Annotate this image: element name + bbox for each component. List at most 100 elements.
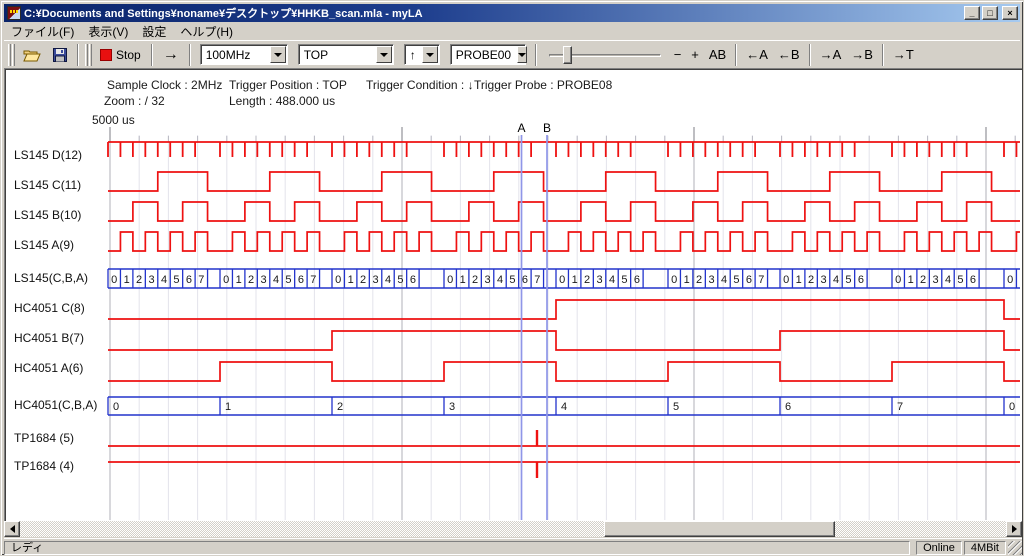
probe-select[interactable]: PROBE00: [450, 44, 526, 65]
plot-text: 4: [497, 274, 503, 286]
toolbar-gripper[interactable]: [85, 44, 92, 66]
zoom-slider[interactable]: [549, 44, 661, 66]
menu-help[interactable]: ヘルプ(H): [173, 21, 240, 42]
plot-text: 3: [932, 274, 938, 286]
plot-text: 0: [1009, 401, 1015, 413]
plot-text: 6: [410, 274, 416, 286]
toolbar: Stop → 100MHz TOP ↑ PROBE00 − + AB: [4, 40, 1020, 68]
plot-text: 5: [285, 274, 291, 286]
channel-label: HC4051 B(7): [14, 331, 84, 345]
plot-text: 5: [509, 274, 515, 286]
channel-label: LS145 B(10): [14, 208, 81, 222]
plot-text: 4: [609, 274, 615, 286]
trigger-position-select[interactable]: TOP: [298, 44, 394, 65]
plot-text: 6: [186, 274, 192, 286]
stop-button[interactable]: Stop: [94, 46, 147, 64]
plot-text: 0: [111, 274, 117, 286]
plot-text: 2: [472, 274, 478, 286]
zoom-out-button[interactable]: −: [669, 45, 687, 64]
prev-a-button[interactable]: ←A: [741, 45, 773, 64]
plot-text: 0: [223, 274, 229, 286]
plot-text: 6: [522, 274, 528, 286]
scroll-left-button[interactable]: [4, 521, 20, 537]
zoom-in-button[interactable]: +: [686, 45, 704, 64]
dropdown-arrow-icon[interactable]: [422, 46, 438, 63]
ab-button[interactable]: AB: [704, 45, 731, 64]
menu-settings[interactable]: 設定: [135, 21, 173, 42]
digital-wave: [108, 362, 1020, 381]
toolbar-separator: [189, 44, 191, 66]
zoom-slider-thumb[interactable]: [563, 46, 572, 64]
plot-text: 0: [447, 274, 453, 286]
goto-a-button[interactable]: →A: [815, 45, 847, 64]
plot-text: 2: [584, 274, 590, 286]
probe-value: PROBE00: [451, 48, 516, 62]
channel-label: HC4051(C,B,A): [14, 398, 97, 412]
maximize-button[interactable]: □: [982, 6, 998, 20]
resize-grip-icon[interactable]: [1008, 541, 1022, 555]
digital-wave: [108, 232, 1020, 251]
plot-text: 7: [897, 401, 903, 413]
dropdown-arrow-icon[interactable]: [376, 46, 392, 63]
prev-b-button[interactable]: ←B: [773, 45, 805, 64]
open-file-button[interactable]: [17, 46, 47, 64]
plot-text: 6: [298, 274, 304, 286]
plot-text: 7: [310, 274, 316, 286]
plot-text: 1: [460, 274, 466, 286]
menu-file[interactable]: ファイル(F): [4, 21, 81, 42]
plot-text: 7: [534, 274, 540, 286]
toolbar-separator: [77, 44, 79, 66]
scroll-left-icon: [6, 525, 15, 533]
window-title: C:¥Documents and Settings¥noname¥デスクトップ¥…: [24, 5, 960, 21]
app-icon[interactable]: [7, 6, 21, 20]
channel-label: HC4051 C(8): [14, 301, 85, 315]
horizontal-scrollbar[interactable]: [4, 521, 1022, 537]
plot-text: 3: [148, 274, 154, 286]
title-bar[interactable]: C:¥Documents and Settings¥noname¥デスクトップ¥…: [4, 4, 1020, 22]
plot-text: 2: [808, 274, 814, 286]
plot-text: 1: [908, 274, 914, 286]
trigger-edge-select[interactable]: ↑: [404, 44, 440, 65]
plot-text: 4: [385, 274, 391, 286]
trigger-position-value: TOP: [299, 48, 375, 62]
plot-text: 2: [920, 274, 926, 286]
plot-text: 2: [696, 274, 702, 286]
scrollbar-thumb[interactable]: [604, 521, 835, 537]
plot-text: 5: [621, 274, 627, 286]
plot-text: 2: [337, 401, 343, 413]
plot-text: 3: [372, 274, 378, 286]
waveform-plot[interactable]: 0123456701234567012345601234567012345601…: [4, 68, 1022, 521]
channel-label: LS145 D(12): [14, 148, 82, 162]
digital-wave: [108, 331, 1020, 350]
save-file-button[interactable]: [47, 46, 73, 64]
close-button[interactable]: ×: [1002, 6, 1018, 20]
plot-text: 5: [845, 274, 851, 286]
scroll-right-button[interactable]: [1006, 521, 1022, 537]
plot-text: 1: [124, 274, 130, 286]
dropdown-arrow-icon[interactable]: [270, 46, 286, 63]
scroll-right-icon: [1012, 525, 1021, 533]
dropdown-arrow-icon[interactable]: [517, 46, 527, 63]
goto-b-button[interactable]: →B: [846, 45, 878, 64]
plot-text: 7: [198, 274, 204, 286]
stop-icon: [100, 49, 112, 61]
plot-text: 0: [671, 274, 677, 286]
run-button[interactable]: →: [157, 46, 185, 64]
plot-text: 4: [721, 274, 727, 286]
toolbar-separator: [735, 44, 737, 66]
plot-text: 4: [161, 274, 167, 286]
plot-text: 6: [785, 401, 791, 413]
plot-text: 4: [561, 401, 567, 413]
online-status-badge: Online: [916, 541, 962, 555]
plot-text: 4: [273, 274, 279, 286]
clock-select[interactable]: 100MHz: [200, 44, 288, 65]
plot-text: 7: [758, 274, 764, 286]
goto-trigger-button[interactable]: →T: [888, 45, 919, 64]
plot-text: B: [543, 121, 551, 135]
toolbar-gripper[interactable]: [8, 44, 15, 66]
plot-text: 3: [449, 401, 455, 413]
plot-text: 4: [833, 274, 839, 286]
menu-view[interactable]: 表示(V): [81, 21, 135, 42]
minimize-button[interactable]: _: [964, 6, 980, 20]
plot-text: 5: [173, 274, 179, 286]
